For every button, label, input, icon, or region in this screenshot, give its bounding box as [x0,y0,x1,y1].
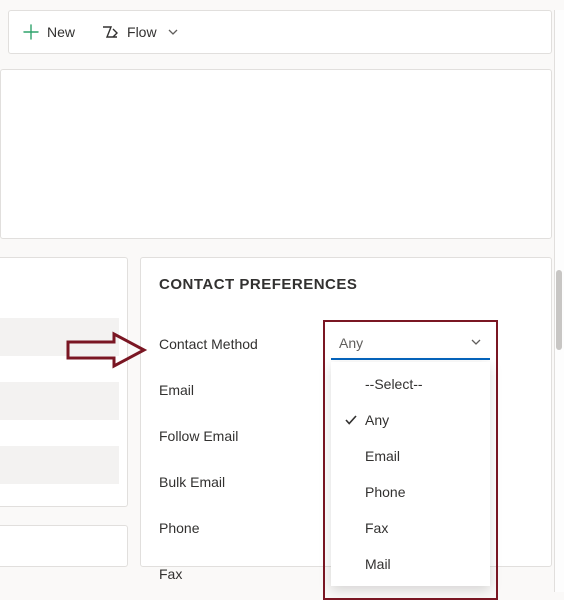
option-phone[interactable]: Phone [331,474,490,510]
new-button[interactable]: New [17,20,81,44]
new-button-label: New [47,24,75,40]
contact-method-dropdown-annotation: Any --Select-- Any Email Phone [323,320,498,600]
contact-method-select[interactable]: Any [331,330,490,360]
label-fax: Fax [159,566,339,582]
command-bar: New Flow [8,10,552,54]
contact-method-options: --Select-- Any Email Phone Fax Mail [331,362,490,586]
side-panel-lower [0,525,128,567]
option-select-placeholder[interactable]: --Select-- [331,366,490,402]
side-field-2[interactable] [0,382,119,420]
label-phone: Phone [159,520,339,536]
plus-icon [23,24,39,40]
side-field-3[interactable] [0,446,119,484]
contact-preferences-panel: CONTACT PREFERENCES Contact Method Email… [140,257,552,567]
option-any[interactable]: Any [331,402,490,438]
option-mail[interactable]: Mail [331,546,490,582]
chevron-down-icon [165,26,179,38]
contact-method-selected-value: Any [339,335,363,351]
section-title: CONTACT PREFERENCES [159,276,533,293]
chevron-down-icon [470,335,482,351]
check-icon [341,413,361,427]
flow-button[interactable]: Flow [95,20,185,44]
label-contact-method: Contact Method [159,336,339,352]
label-email: Email [159,382,339,398]
side-field-1[interactable] [0,318,119,356]
label-bulk-email: Bulk Email [159,474,339,490]
blank-panel [0,69,552,239]
flow-icon [101,24,119,40]
flow-button-label: Flow [127,24,157,40]
label-follow-email: Follow Email [159,428,339,444]
option-fax[interactable]: Fax [331,510,490,546]
option-email[interactable]: Email [331,438,490,474]
side-panel [0,257,128,507]
scrollbar-thumb[interactable] [556,270,562,350]
